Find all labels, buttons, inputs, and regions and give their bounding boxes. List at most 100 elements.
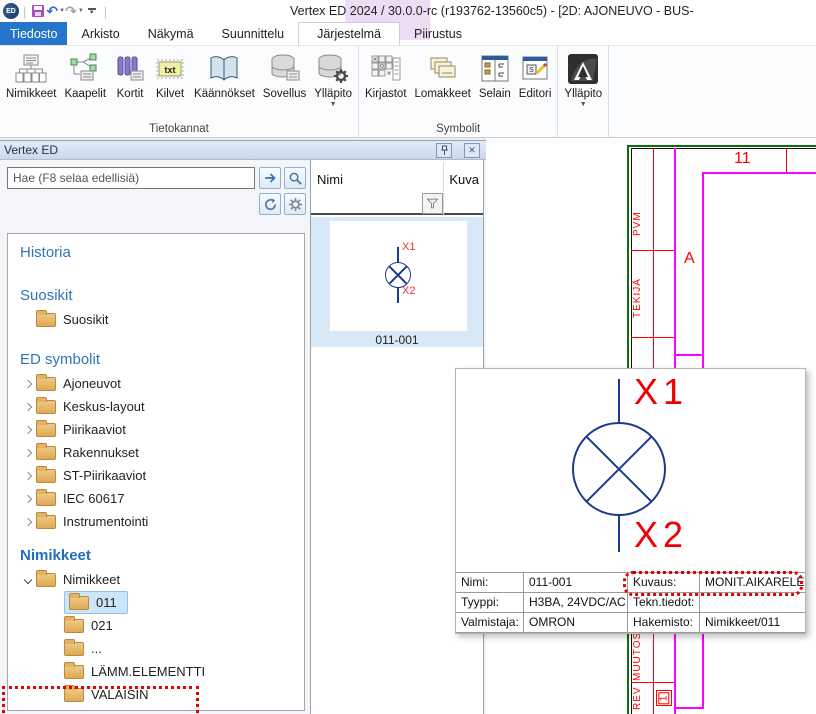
customize-quick-access-button[interactable]: ▼ <box>84 2 100 20</box>
zone-letter-label: A <box>684 250 695 268</box>
titleblock-divider <box>631 250 674 251</box>
folder-icon <box>36 469 56 483</box>
tree-item-ellipsis[interactable]: ... <box>8 637 304 660</box>
tab-jarjestelma[interactable]: Järjestelmä <box>298 22 400 45</box>
database-icon <box>269 50 301 88</box>
chevron-right-icon[interactable] <box>20 381 36 387</box>
settings-button[interactable] <box>284 193 306 215</box>
tree-item-suosikit[interactable]: Suosikit <box>8 308 304 331</box>
search-input[interactable] <box>7 167 255 189</box>
tree-item-nimikkeet[interactable]: Nimikkeet <box>8 568 304 591</box>
nimikkeet-button[interactable]: Nimikkeet <box>2 49 60 101</box>
app-menu-button[interactable]: ED <box>3 2 19 20</box>
kortit-button[interactable]: Kortit <box>110 49 150 101</box>
customize-caret-icon: ▼ <box>89 11 95 15</box>
tree-item-valaisin[interactable]: VALAISIN <box>8 683 304 706</box>
field-label: Tyyppi: <box>456 593 524 613</box>
tree-section-historia[interactable]: Historia <box>20 244 304 261</box>
folder-icon <box>36 313 56 327</box>
tree-item-keskus-layout[interactable]: Keskus-layout <box>8 395 304 418</box>
sovellus-button[interactable]: Sovellus <box>259 49 310 101</box>
chevron-right-icon[interactable] <box>20 427 36 433</box>
svg-text:S: S <box>529 67 534 74</box>
kirjastot-button[interactable]: Kirjastot <box>361 49 411 101</box>
filter-button[interactable] <box>422 193 443 214</box>
tree-item-piirikaaviot[interactable]: Piirikaaviot <box>8 418 304 441</box>
editori-button[interactable]: S Editori <box>515 49 556 101</box>
filter-funnel-icon <box>426 197 439 210</box>
ribbon-group-tietokannat: Nimikkeet Kaapelit Kortit txt Kilvet <box>0 46 359 137</box>
kaannokset-button[interactable]: Käännökset <box>190 49 259 101</box>
tree-item-011-selected[interactable]: 011 <box>8 591 304 614</box>
search-button[interactable] <box>284 167 306 189</box>
pin-label-x1: X1 <box>402 241 415 253</box>
search-row <box>7 167 306 189</box>
yllapito-symbolit-button[interactable]: Ylläpito ▼ <box>560 49 606 109</box>
folder-icon <box>69 596 89 610</box>
dropdown-caret-icon[interactable]: ▼ <box>330 101 337 109</box>
chevron-right-icon[interactable] <box>20 450 36 456</box>
lomakkeet-button[interactable]: Lomakkeet <box>411 49 475 101</box>
tab-suunnittelu[interactable]: Suunnittelu <box>208 22 299 45</box>
tree-item-instrumentointi[interactable]: Instrumentointi <box>8 510 304 533</box>
pin-label-x2: X2 <box>402 285 415 297</box>
pin-icon <box>440 145 449 156</box>
pin-button[interactable] <box>436 143 452 158</box>
symbol-pin-line <box>618 516 620 552</box>
selection-highlight: 011 <box>64 591 128 614</box>
tree-item-rakennukset[interactable]: Rakennukset <box>8 441 304 464</box>
chevron-right-icon[interactable] <box>20 473 36 479</box>
go-button[interactable] <box>259 167 281 189</box>
tab-nakyma[interactable]: Näkymä <box>134 22 208 45</box>
field-value: 011-001 <box>524 573 628 593</box>
tree-item-lamm-elementti[interactable]: LÄMM.ELEMENTTI <box>8 660 304 683</box>
chevron-right-icon[interactable] <box>20 404 36 410</box>
frame-line-magenta <box>674 354 704 356</box>
column-divider[interactable] <box>443 162 444 215</box>
kaapelit-button[interactable]: Kaapelit <box>60 49 110 101</box>
tree-item-021[interactable]: 021 <box>8 614 304 637</box>
field-label: Nimi: <box>456 573 524 593</box>
selain-button[interactable]: Selain <box>475 49 515 101</box>
pin-label-x1: X1 <box>634 371 688 413</box>
title-bar: ED | ↶▼ ↷▼ ▼ | Vertex ED 2024 / 30.0.0-r… <box>0 0 816 22</box>
refresh-button[interactable] <box>259 193 281 215</box>
symbol-list-selected-item[interactable]: X1 X2 011-001 <box>311 217 483 347</box>
tree-section-nimikkeet[interactable]: Nimikkeet <box>20 547 304 564</box>
chevron-down-icon[interactable] <box>20 577 36 583</box>
field-value: H3BA, 24VDC/AC <box>524 593 628 613</box>
chevron-right-icon[interactable] <box>20 519 36 525</box>
save-button[interactable] <box>30 2 46 20</box>
tree-section-suosikit[interactable]: Suosikit <box>20 287 304 304</box>
undo-button[interactable]: ↶▼ <box>46 2 65 20</box>
tab-tiedosto[interactable]: Tiedosto <box>0 22 67 45</box>
tree-item-ajoneuvot[interactable]: Ajoneuvot <box>8 372 304 395</box>
red-dotted-annotation-hakemisto <box>623 571 803 596</box>
tab-piirustus[interactable]: Piirustus <box>400 22 476 45</box>
palette-header[interactable]: Vertex ED ✕ <box>0 141 486 160</box>
label-txt-icon: txt <box>154 50 186 88</box>
field-value: Nimikkeet/011 <box>700 613 805 633</box>
rev-label: REV <box>632 684 646 712</box>
kilvet-button[interactable]: txt Kilvet <box>150 49 190 101</box>
folder-icon <box>64 642 84 656</box>
chevron-right-icon[interactable] <box>20 496 36 502</box>
tab-arkisto[interactable]: Arkisto <box>67 22 133 45</box>
titleblock-divider <box>631 682 674 683</box>
tree-item-st-piirikaaviot[interactable]: ST-Piirikaaviot <box>8 464 304 487</box>
revision-number: 1 <box>659 692 670 704</box>
titleblock-divider <box>631 337 674 338</box>
symbol-editor-icon: S <box>519 50 551 88</box>
go-arrow-icon <box>263 171 278 185</box>
yllapito-tietokannat-button[interactable]: Ylläpito ▼ <box>310 49 356 109</box>
tree-item-iec-60617[interactable]: IEC 60617 <box>8 487 304 510</box>
dropdown-caret-icon[interactable]: ▼ <box>580 101 587 109</box>
save-icon <box>32 5 44 17</box>
separator: | <box>104 4 107 19</box>
redo-button[interactable]: ↷▼ <box>65 2 84 20</box>
column-header-nimi[interactable]: Nimi <box>317 172 343 187</box>
tree-section-ed-symbolit[interactable]: ED symbolit <box>20 351 304 368</box>
ribbon-group-symbolit: Kirjastot Lomakkeet Selain S Editori <box>359 46 558 137</box>
column-header-kuva[interactable]: Kuva <box>449 172 479 187</box>
close-icon[interactable]: ✕ <box>464 143 480 158</box>
